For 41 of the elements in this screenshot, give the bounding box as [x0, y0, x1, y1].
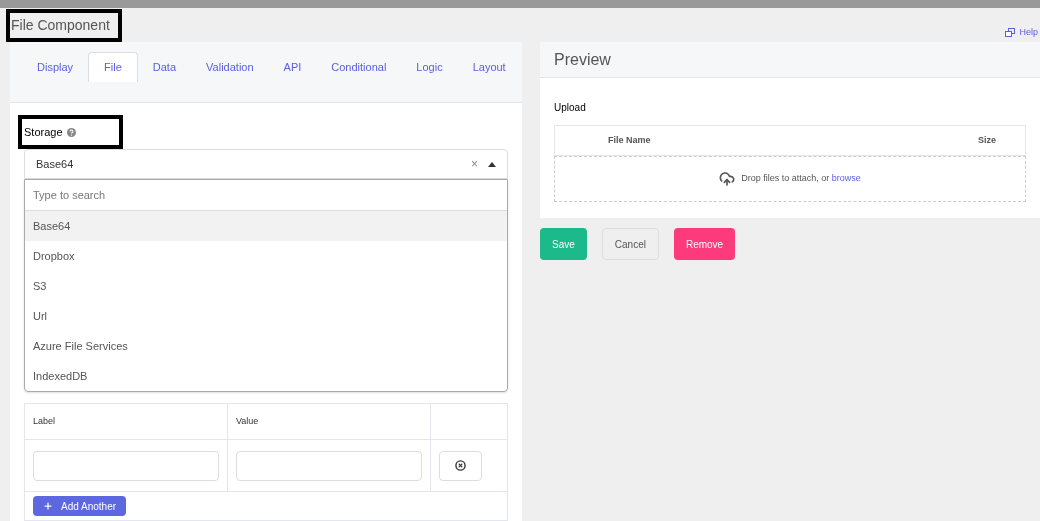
tab[interactable]: Layout — [457, 52, 521, 82]
dropdown-option[interactable]: Azure File Services — [25, 331, 507, 361]
label-input[interactable] — [33, 450, 219, 481]
dropdown-option[interactable]: S3 — [25, 271, 507, 301]
dropdown-option[interactable]: Base64 — [25, 211, 507, 241]
drop-text: Drop files to attach, or browse — [741, 172, 861, 186]
tab[interactable]: API — [268, 52, 317, 82]
tab[interactable]: File — [88, 52, 138, 82]
column-header: File Name — [608, 133, 652, 147]
column-header: Size — [978, 133, 996, 147]
close-icon — [455, 460, 466, 471]
plus-icon — [43, 501, 53, 511]
tab[interactable]: Display — [22, 52, 89, 82]
tab[interactable]: Data — [137, 52, 192, 82]
storage-label: Storage — [24, 124, 63, 140]
tab[interactable]: Conditional — [316, 52, 402, 82]
selected-value: Base64 — [36, 156, 75, 172]
dropdown-option[interactable]: Url — [25, 301, 507, 331]
remove-button[interactable]: Remove — [673, 228, 736, 260]
tab[interactable]: Logic — [401, 52, 458, 82]
preview-title: Preview — [554, 49, 611, 70]
help-icon — [66, 127, 76, 137]
add-another-button[interactable]: Add Another — [33, 496, 127, 516]
clear-button[interactable]: × — [471, 155, 478, 173]
cancel-button[interactable]: Cancel — [601, 228, 659, 260]
remove-row-button[interactable] — [439, 450, 482, 481]
column-header: Value — [228, 404, 431, 439]
value-input[interactable] — [236, 450, 422, 481]
storage-select[interactable]: Base64 × — [24, 149, 508, 179]
caret-icon — [488, 161, 496, 167]
drop-zone[interactable]: Drop files to attach, or browse — [554, 156, 1026, 202]
page-title: File Component — [6, 9, 122, 42]
cloud-upload-icon — [719, 171, 736, 187]
windows-icon — [1005, 28, 1016, 38]
dropdown-option[interactable]: IndexedDB — [25, 361, 507, 391]
help-link[interactable]: Help — [1005, 26, 1038, 40]
tab[interactable]: Validation — [191, 52, 269, 82]
column-header: Label — [25, 404, 228, 439]
browse-link[interactable]: browse — [831, 173, 861, 184]
upload-label: Upload — [554, 102, 586, 113]
dropdown-option[interactable]: Dropbox — [25, 241, 507, 271]
